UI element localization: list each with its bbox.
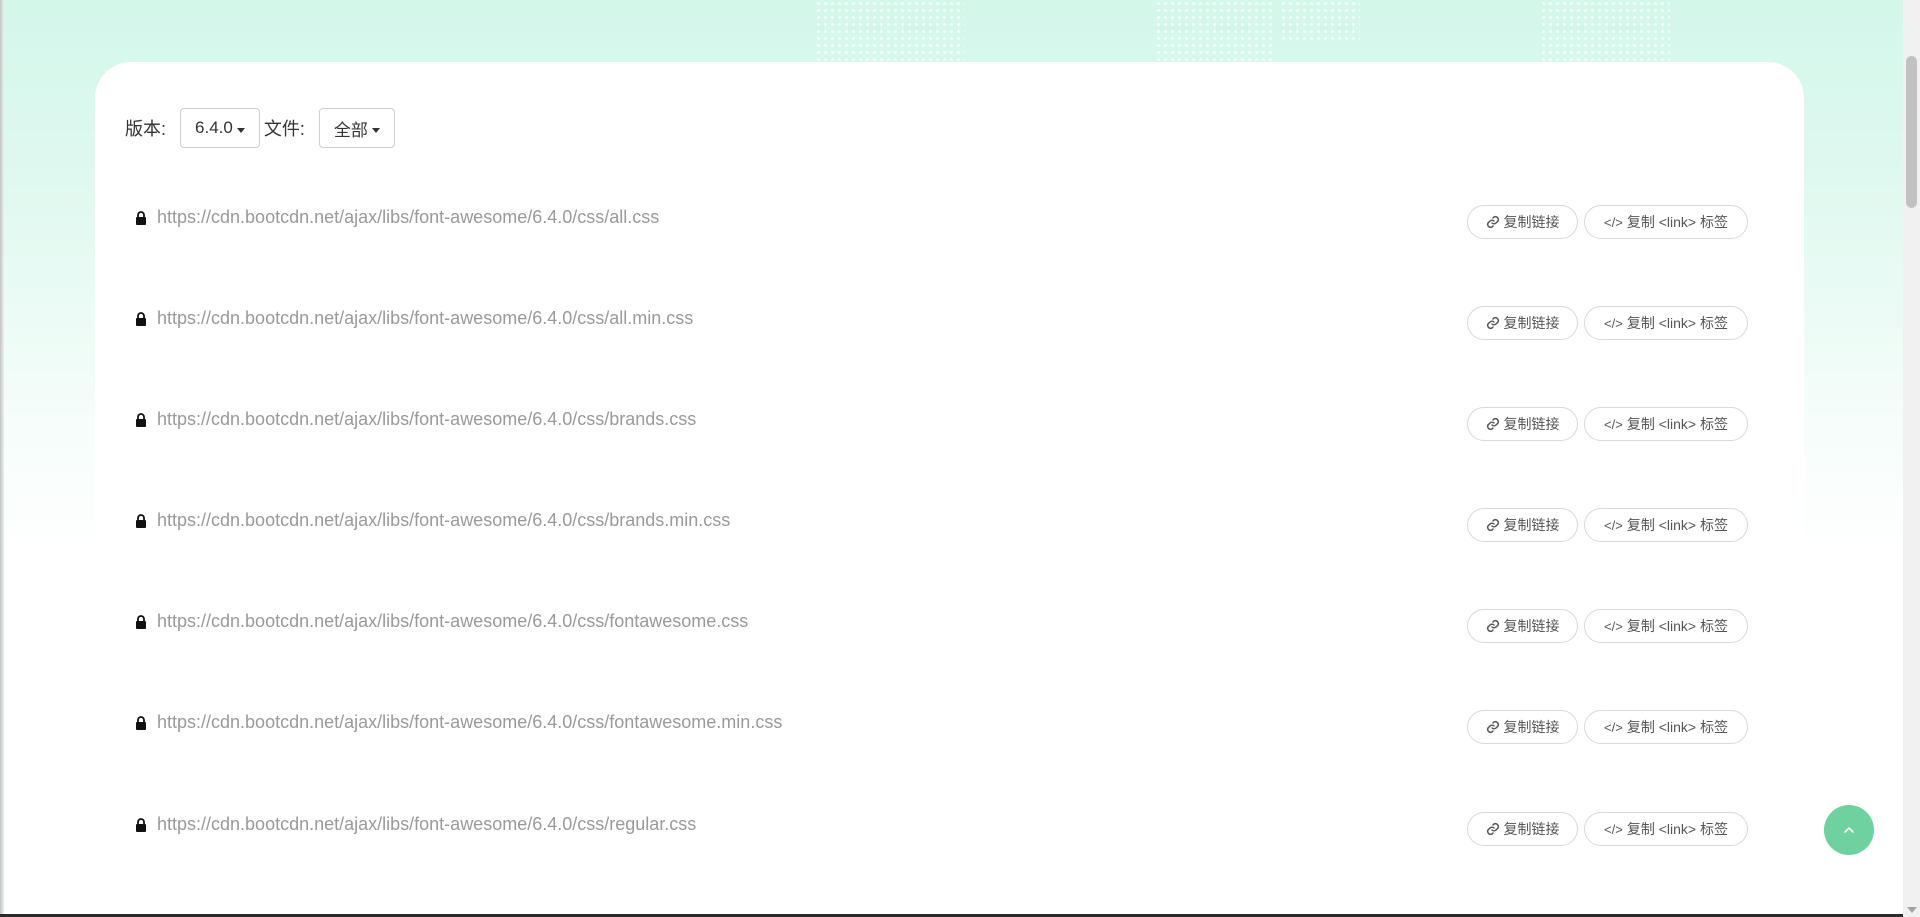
copy-link-label: 复制链接 — [1503, 821, 1560, 837]
file-row: https://cdn.bootcdn.net/ajax/libs/font-a… — [95, 401, 1804, 461]
file-url[interactable]: https://cdn.bootcdn.net/ajax/libs/font-a… — [157, 510, 730, 531]
copy-link-tag-button[interactable]: </> 复制 <link> 标签 — [1584, 609, 1748, 643]
file-url[interactable]: https://cdn.bootcdn.net/ajax/libs/font-a… — [157, 712, 782, 733]
link-icon — [1486, 619, 1499, 633]
code-icon: </> — [1604, 214, 1623, 230]
version-value: 6.4.0 — [195, 118, 233, 137]
copy-link-tag-button[interactable]: </> 复制 <link> 标签 — [1584, 205, 1748, 239]
left-edge — [0, 0, 4, 917]
lock-icon — [136, 211, 146, 225]
code-icon: </> — [1604, 517, 1623, 533]
link-icon — [1486, 518, 1499, 532]
lock-icon — [136, 413, 146, 427]
lock-icon — [136, 514, 146, 528]
link-icon — [1486, 215, 1499, 229]
file-row: https://cdn.bootcdn.net/ajax/libs/font-a… — [95, 603, 1804, 663]
copy-link-label: 复制链接 — [1503, 214, 1560, 230]
code-icon: </> — [1604, 821, 1623, 837]
chevron-up-icon — [1844, 827, 1854, 833]
copy-link-button[interactable]: 复制链接 — [1467, 812, 1578, 846]
caret-down-icon — [371, 127, 380, 133]
file-value: 全部 — [333, 120, 368, 140]
copy-link-label: 复制链接 — [1503, 517, 1560, 533]
copy-link-button[interactable]: 复制链接 — [1467, 609, 1578, 643]
lock-icon — [136, 716, 146, 730]
copy-link-label: 复制链接 — [1503, 719, 1560, 735]
copy-link-button[interactable]: 复制链接 — [1467, 306, 1578, 340]
copy-tag-label: 复制 <link> 标签 — [1626, 821, 1728, 837]
version-label: 版本: — [125, 119, 167, 139]
copy-link-tag-button[interactable]: </> 复制 <link> 标签 — [1584, 407, 1748, 441]
file-row: https://cdn.bootcdn.net/ajax/libs/font-a… — [95, 199, 1804, 259]
file-url[interactable]: https://cdn.bootcdn.net/ajax/libs/font-a… — [157, 308, 693, 329]
header-dot-pattern — [1280, 0, 1360, 40]
file-row: https://cdn.bootcdn.net/ajax/libs/font-a… — [95, 300, 1804, 360]
copy-link-tag-button[interactable]: </> 复制 <link> 标签 — [1584, 812, 1748, 846]
version-dropdown[interactable]: 6.4.0 — [180, 108, 260, 148]
back-to-top-button[interactable] — [1824, 805, 1874, 855]
copy-link-label: 复制链接 — [1503, 618, 1560, 634]
copy-tag-label: 复制 <link> 标签 — [1626, 517, 1728, 533]
files-card — [95, 62, 1804, 917]
lock-icon — [136, 312, 146, 326]
header-dot-pattern — [815, 0, 965, 62]
copy-link-button[interactable]: 复制链接 — [1467, 205, 1578, 239]
link-icon — [1486, 316, 1499, 330]
header-dot-pattern — [1540, 0, 1670, 62]
scrollbar-thumb[interactable] — [1906, 56, 1917, 208]
vertical-scrollbar[interactable] — [1903, 0, 1920, 917]
file-url[interactable]: https://cdn.bootcdn.net/ajax/libs/font-a… — [157, 814, 696, 835]
code-icon: </> — [1604, 719, 1623, 735]
copy-link-button[interactable]: 复制链接 — [1467, 508, 1578, 542]
copy-tag-label: 复制 <link> 标签 — [1626, 416, 1728, 432]
file-filter-toolbar: 版本: 6.4.0 文件: 全部 — [125, 107, 395, 149]
lock-icon — [136, 818, 146, 832]
copy-link-button[interactable]: 复制链接 — [1467, 407, 1578, 441]
lock-icon — [136, 615, 146, 629]
code-icon: </> — [1604, 618, 1623, 634]
file-url[interactable]: https://cdn.bootcdn.net/ajax/libs/font-a… — [157, 207, 659, 228]
caret-down-icon — [236, 127, 245, 133]
code-icon: </> — [1604, 315, 1623, 331]
copy-link-label: 复制链接 — [1503, 315, 1560, 331]
file-url[interactable]: https://cdn.bootcdn.net/ajax/libs/font-a… — [157, 409, 696, 430]
file-row: https://cdn.bootcdn.net/ajax/libs/font-a… — [95, 806, 1804, 866]
copy-link-tag-button[interactable]: </> 复制 <link> 标签 — [1584, 306, 1748, 340]
scroll-down-arrow-icon[interactable] — [1907, 907, 1917, 913]
copy-tag-label: 复制 <link> 标签 — [1626, 719, 1728, 735]
file-label: 文件: — [263, 119, 305, 139]
code-icon: </> — [1604, 416, 1623, 432]
link-icon — [1486, 720, 1499, 734]
copy-link-tag-button[interactable]: </> 复制 <link> 标签 — [1584, 508, 1748, 542]
file-row: https://cdn.bootcdn.net/ajax/libs/font-a… — [95, 704, 1804, 764]
copy-tag-label: 复制 <link> 标签 — [1626, 315, 1728, 331]
file-dropdown[interactable]: 全部 — [318, 108, 395, 148]
copy-link-tag-button[interactable]: </> 复制 <link> 标签 — [1584, 710, 1748, 744]
header-dot-pattern — [1155, 0, 1275, 62]
link-icon — [1486, 822, 1499, 836]
file-row: https://cdn.bootcdn.net/ajax/libs/font-a… — [95, 502, 1804, 562]
file-url[interactable]: https://cdn.bootcdn.net/ajax/libs/font-a… — [157, 611, 748, 632]
copy-link-button[interactable]: 复制链接 — [1467, 710, 1578, 744]
copy-link-label: 复制链接 — [1503, 416, 1560, 432]
page: 版本: 6.4.0 文件: 全部 https://cdn.bootcdn.net… — [0, 0, 1920, 917]
copy-tag-label: 复制 <link> 标签 — [1626, 618, 1728, 634]
copy-tag-label: 复制 <link> 标签 — [1626, 214, 1728, 230]
link-icon — [1486, 417, 1499, 431]
